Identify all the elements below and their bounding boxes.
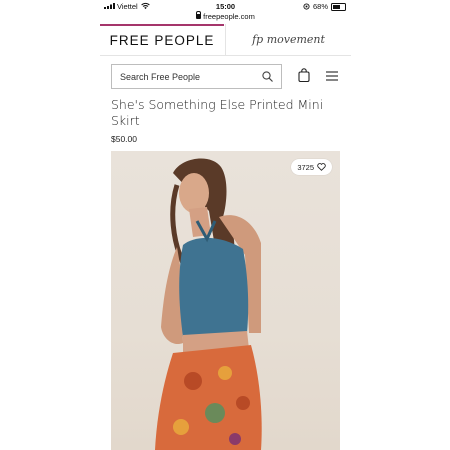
favorites-count: 3725	[297, 162, 314, 172]
shopping-bag-icon[interactable]	[298, 68, 310, 82]
tab-free-people[interactable]: FREE PEOPLE	[100, 24, 224, 55]
favorite-button[interactable]: 3725	[291, 159, 332, 175]
url-text: freepeople.com	[203, 12, 255, 21]
product-image[interactable]: 3725	[111, 151, 340, 450]
model-photo	[155, 158, 262, 450]
status-right: 68%	[303, 2, 346, 11]
orientation-lock-icon	[303, 3, 310, 10]
search-box	[111, 64, 282, 89]
tab-fp-movement[interactable]: fp movement	[225, 24, 351, 55]
heart-icon	[317, 163, 326, 171]
address-bar[interactable]: freepeople.com	[100, 11, 351, 21]
hamburger-menu-icon[interactable]	[326, 71, 338, 81]
battery-percent: 68%	[312, 2, 328, 11]
mobile-screen: Viettel 15:00 68% freepeople.com FREE PE…	[100, 0, 351, 450]
brand-tabs: FREE PEOPLE fp movement	[100, 24, 351, 56]
lock-icon	[196, 11, 202, 19]
search-input[interactable]	[120, 69, 260, 84]
battery-icon	[331, 2, 346, 11]
search-icon[interactable]	[262, 71, 273, 82]
product-title: She's Something Else Printed Mini Skirt	[111, 97, 324, 128]
product-price: $50.00	[111, 134, 137, 144]
